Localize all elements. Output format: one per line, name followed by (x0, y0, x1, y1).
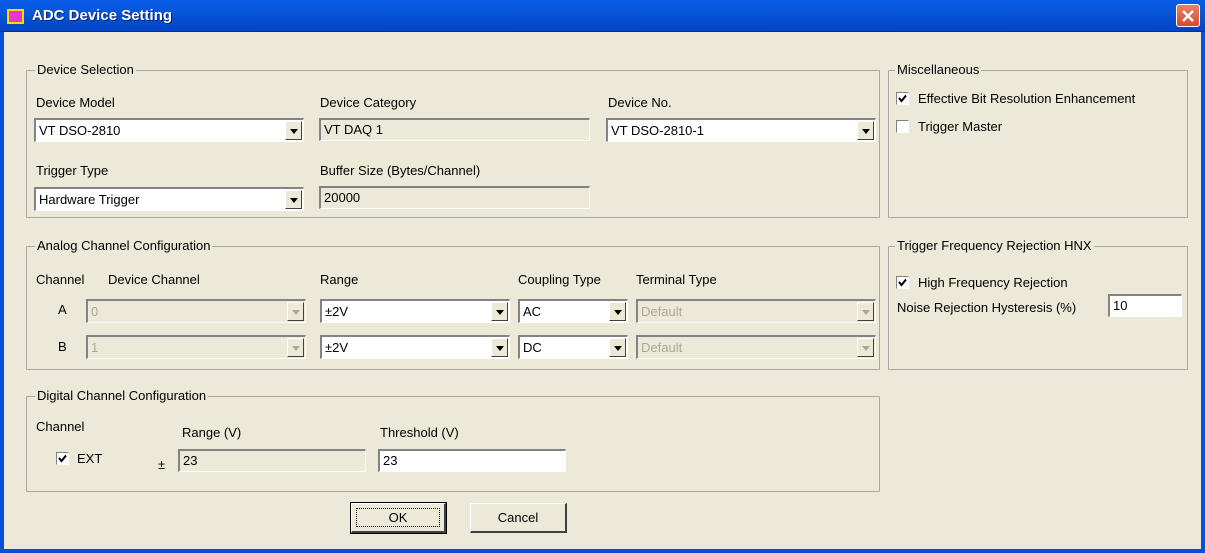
device-channel-b-value: 1 (91, 340, 99, 355)
coupling-b-value: DC (523, 340, 542, 355)
chevron-down-icon[interactable] (609, 302, 626, 321)
group-legend: Device Selection (35, 62, 136, 77)
close-icon (1182, 10, 1194, 22)
chevron-down-icon[interactable] (285, 190, 302, 209)
device-category-label: Device Category (320, 95, 417, 110)
ok-button[interactable]: OK (350, 502, 447, 534)
terminal-b-select: Default (636, 335, 876, 359)
chevron-down-icon[interactable] (491, 302, 508, 321)
trigger-master-checkbox[interactable] (896, 120, 909, 133)
range-a-select[interactable]: ±2V (320, 299, 510, 323)
group-legend: Miscellaneous (895, 62, 982, 77)
cancel-label: Cancel (497, 510, 539, 525)
hysteresis-input[interactable]: 10 (1108, 294, 1182, 317)
channel-header: Channel (36, 272, 85, 287)
digital-channel-label: Channel (36, 419, 85, 434)
digital-channel-group: Digital Channel Configuration (26, 388, 880, 492)
terminal-a-select: Default (636, 299, 876, 323)
device-channel-a-select: 0 (86, 299, 306, 323)
range-header: Range (320, 272, 359, 287)
device-no-label: Device No. (608, 95, 672, 110)
app-icon (7, 9, 24, 24)
device-channel-header: Device Channel (108, 272, 200, 287)
trigger-type-label: Trigger Type (36, 163, 109, 178)
ext-checkbox[interactable] (56, 452, 69, 465)
plusminus-label: ± (158, 457, 166, 472)
checkmark-icon (898, 94, 907, 103)
coupling-a-value: AC (523, 304, 542, 319)
ext-label[interactable]: EXT (77, 451, 102, 466)
chevron-down-icon (287, 338, 304, 357)
checkmark-icon (898, 278, 907, 287)
title-bar: ADC Device Setting (0, 0, 1205, 32)
coupling-b-select[interactable]: DC (518, 335, 628, 359)
cancel-button[interactable]: Cancel (470, 503, 567, 533)
threshold-label: Threshold (V) (380, 425, 459, 440)
range-b-value: ±2V (325, 340, 349, 355)
terminal-a-value: Default (641, 304, 683, 319)
checkmark-icon (58, 454, 67, 463)
range-b-select[interactable]: ±2V (320, 335, 510, 359)
chevron-down-icon[interactable] (285, 121, 302, 140)
terminal-header: Terminal Type (636, 272, 717, 287)
ebre-checkbox[interactable] (896, 92, 909, 105)
focus-rect (356, 508, 440, 527)
close-button[interactable] (1176, 4, 1200, 27)
threshold-input[interactable]: 23 (378, 449, 566, 472)
hysteresis-label: Noise Rejection Hysteresis (%) (897, 300, 1077, 315)
chevron-down-icon[interactable] (609, 338, 626, 357)
chevron-down-icon (287, 302, 304, 321)
buffer-size-label: Buffer Size (Bytes/Channel) (320, 163, 481, 178)
hfr-label[interactable]: High Frequency Rejection (918, 275, 1068, 290)
trigger-type-value: Hardware Trigger (39, 192, 140, 207)
group-legend: Trigger Frequency Rejection HNX (895, 238, 1094, 253)
terminal-b-value: Default (641, 340, 683, 355)
device-category-field: VT DAQ 1 (319, 118, 590, 141)
chevron-down-icon[interactable] (491, 338, 508, 357)
digital-range-label: Range (V) (182, 425, 242, 440)
device-no-value: VT DSO-2810-1 (611, 123, 704, 138)
hfr-checkbox[interactable] (896, 276, 909, 289)
chevron-down-icon (857, 338, 874, 357)
group-legend: Digital Channel Configuration (35, 388, 209, 403)
device-model-label: Device Model (36, 95, 115, 110)
group-legend: Analog Channel Configuration (35, 238, 213, 253)
device-channel-b-select: 1 (86, 335, 306, 359)
device-model-value: VT DSO-2810 (39, 123, 121, 138)
device-channel-a-value: 0 (91, 304, 99, 319)
trigger-type-select[interactable]: Hardware Trigger (34, 187, 304, 211)
chevron-down-icon (857, 302, 874, 321)
channel-b-label: B (58, 339, 67, 354)
buffer-size-input[interactable]: 20000 (319, 186, 590, 209)
trigger-master-label[interactable]: Trigger Master (918, 119, 1002, 134)
range-a-value: ±2V (325, 304, 349, 319)
device-no-select[interactable]: VT DSO-2810-1 (606, 118, 876, 142)
ebre-label[interactable]: Effective Bit Resolution Enhancement (918, 91, 1135, 106)
channel-a-label: A (58, 302, 67, 317)
chevron-down-icon[interactable] (857, 121, 874, 140)
coupling-a-select[interactable]: AC (518, 299, 628, 323)
digital-range-field: 23 (178, 449, 366, 472)
coupling-header: Coupling Type (518, 272, 601, 287)
window-title: ADC Device Setting (32, 7, 173, 24)
device-model-select[interactable]: VT DSO-2810 (34, 118, 304, 142)
